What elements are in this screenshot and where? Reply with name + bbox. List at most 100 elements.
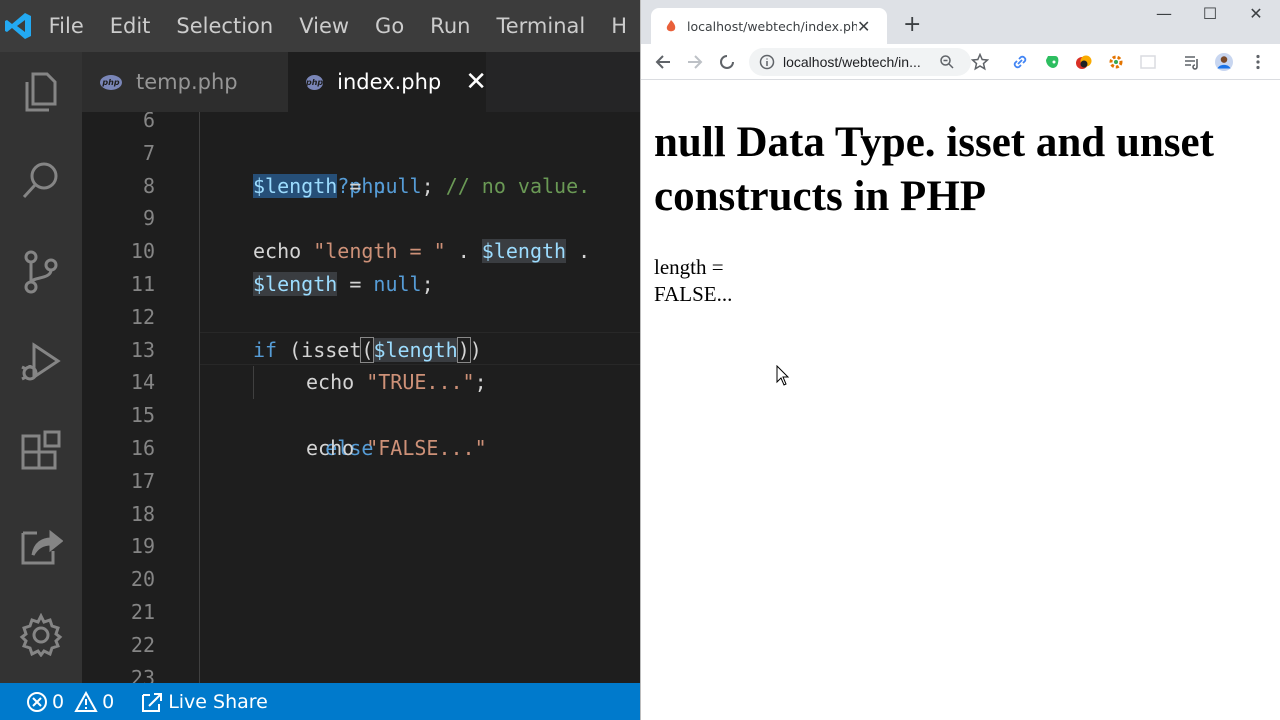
code-string: "TRUE..." [366, 370, 475, 395]
tab-index-php[interactable]: php index.php ✕ [288, 52, 487, 112]
loading-spinner-icon[interactable] [716, 51, 738, 73]
menu-view[interactable]: View [286, 14, 362, 38]
activity-bar [0, 52, 82, 683]
code-line-7: <?php [253, 137, 385, 198]
line-number: 11 [130, 272, 155, 296]
maximize-button[interactable]: ☐ [1187, 4, 1233, 23]
bookmark-star-icon[interactable] [971, 53, 989, 71]
code-variable: $length [481, 239, 567, 264]
profile-avatar[interactable] [1215, 53, 1233, 71]
line-number: 18 [130, 501, 155, 526]
live-share-icon [142, 692, 163, 712]
settings-gear-icon[interactable] [16, 610, 66, 660]
gear-extension-icon[interactable] [1107, 53, 1125, 71]
zoom-icon[interactable] [939, 54, 955, 70]
line-number: 21 [130, 600, 155, 624]
error-count: 0 [52, 690, 65, 713]
source-control-icon[interactable] [16, 247, 66, 297]
line-number: 13 [130, 337, 155, 362]
line-number: 12 [130, 304, 155, 329]
code-keyword: null [373, 272, 422, 296]
line-number: 10 [130, 239, 155, 264]
menu-kebab-icon[interactable] [1249, 53, 1267, 71]
line-number: 17 [130, 468, 155, 493]
web-page-content: null Data Type. isset and unset construc… [641, 80, 1280, 720]
warning-icon [74, 690, 98, 712]
menu-run[interactable]: Run [417, 14, 483, 38]
code-string: "FALSE..." [366, 436, 487, 460]
live-share-activity-icon[interactable] [16, 520, 66, 570]
close-window-button[interactable]: ✕ [1233, 4, 1279, 23]
code-operator: = [337, 173, 374, 198]
line-number: 22 [130, 632, 155, 657]
back-arrow-icon[interactable] [652, 51, 674, 73]
menu-bar: File Edit Selection View Go Run Terminal… [36, 0, 640, 52]
code-keyword: echo [306, 370, 367, 395]
info-icon[interactable] [759, 54, 775, 70]
code-line-11: $length = null; [253, 268, 434, 301]
code-line-10: echo "length = " . $length . [253, 235, 590, 268]
close-tab-icon[interactable]: ✕ [857, 17, 870, 36]
code-operator: . [566, 239, 591, 264]
line-number: 16 [130, 436, 155, 460]
code-operator: . [445, 239, 482, 264]
code-bracket: ) [469, 337, 482, 362]
tab-title: localhost/webtech/index.php [687, 18, 857, 34]
code-keyword: echo [253, 239, 314, 264]
code-line-23: ?> [253, 662, 349, 683]
color-extension-icon[interactable] [1075, 53, 1093, 71]
code-editor[interactable]: 6 7 8 9 10 11 12 13 14 15 16 17 18 19 20… [82, 112, 640, 683]
line-number: 7 [142, 140, 155, 165]
favicon-icon [666, 20, 676, 32]
menu-file[interactable]: File [36, 14, 97, 38]
code-bracket: ( [360, 336, 375, 363]
code-bracket: ) [456, 336, 471, 363]
warning-count: 0 [102, 690, 115, 713]
explorer-icon[interactable] [16, 67, 66, 117]
code-line-16: echo "FALSE..." [306, 432, 487, 465]
problems-indicator[interactable]: 0 0 [26, 690, 115, 713]
address-bar[interactable]: localhost/webtech/in... [749, 48, 971, 76]
minimize-button[interactable]: — [1141, 4, 1187, 23]
menu-terminal[interactable]: Terminal [483, 14, 598, 38]
evernote-extension-icon[interactable] [1043, 53, 1061, 71]
tab-label: temp.php [136, 70, 238, 94]
output-line-2: FALSE... [654, 282, 733, 306]
php-file-icon: php [100, 74, 122, 90]
media-queue-icon[interactable] [1183, 53, 1201, 71]
browser-tab[interactable]: localhost/webtech/index.php ✕ [651, 8, 887, 44]
code-line-15: else [253, 399, 373, 460]
tab-temp-php[interactable]: php temp.php [82, 52, 288, 112]
line-number: 19 [130, 534, 155, 559]
browser-toolbar: localhost/webtech/in... [641, 44, 1280, 80]
line-number: 14 [130, 370, 155, 395]
indent-guide [253, 366, 254, 399]
forward-arrow-icon[interactable] [684, 51, 706, 73]
disabled-extension-icon[interactable] [1139, 53, 1157, 71]
line-number-gutter: 6 7 8 9 10 11 12 13 14 15 16 17 18 19 20… [82, 112, 200, 683]
link-extension-icon[interactable] [1011, 53, 1029, 71]
extensions-icon[interactable] [16, 427, 66, 477]
search-icon[interactable] [16, 155, 66, 205]
code-keyword: echo [306, 436, 367, 460]
error-icon [27, 691, 47, 712]
new-tab-button[interactable]: + [903, 12, 921, 37]
line-number: 9 [142, 206, 155, 231]
code-function: (isset [277, 337, 362, 362]
menu-help[interactable]: H [598, 14, 640, 38]
editor-tab-bar: php temp.php php index.php ✕ [82, 52, 640, 112]
code-punct: ; [474, 370, 487, 395]
page-heading: null Data Type. isset and unset construc… [654, 119, 1214, 220]
menu-selection[interactable]: Selection [163, 14, 286, 38]
live-share-button[interactable]: Live Share [140, 691, 268, 713]
menu-go[interactable]: Go [362, 14, 417, 38]
code-operator: = [337, 272, 374, 296]
code-variable: $length [253, 173, 338, 198]
close-tab-icon[interactable]: ✕ [465, 69, 487, 95]
code-punct: ; [421, 272, 434, 296]
menu-edit[interactable]: Edit [97, 14, 164, 38]
run-debug-icon[interactable] [16, 337, 66, 387]
mouse-cursor-icon [776, 365, 790, 386]
code-variable: $length [373, 337, 458, 362]
status-bar: 0 0 Live Share [0, 683, 640, 720]
